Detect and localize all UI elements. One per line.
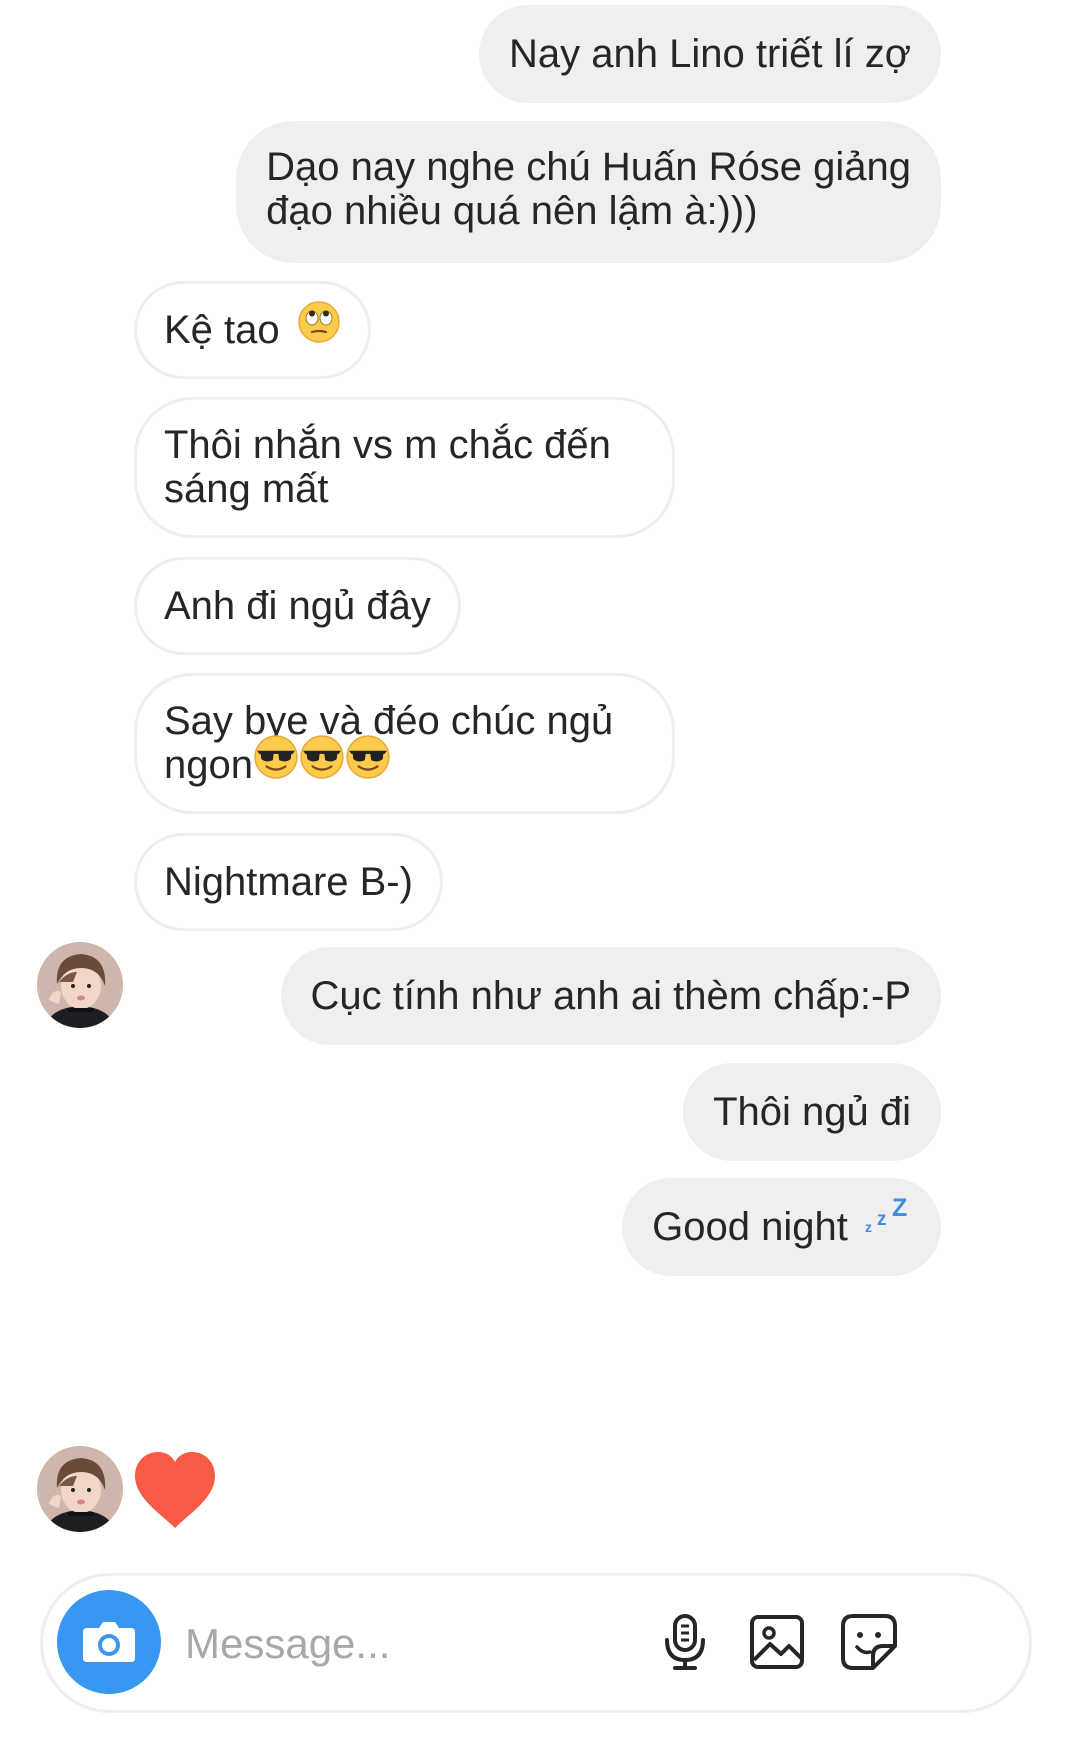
- message-text-line: ngon: [164, 743, 253, 787]
- svg-text:Z: Z: [892, 1194, 907, 1222]
- face-with-rolling-eyes-icon: [297, 300, 341, 356]
- incoming-message-bubble[interactable]: Anh đi ngủ đây: [134, 557, 461, 655]
- message-text: Good night: [652, 1205, 848, 1249]
- svg-text:z: z: [865, 1219, 872, 1235]
- message-text-line: Thôi nhắn vs m chắc đến: [164, 423, 611, 467]
- incoming-message-bubble[interactable]: Thôi nhắn vs m chắc đến sáng mất: [134, 397, 675, 538]
- message-text: Nay anh Lino triết lí zợ: [509, 32, 911, 76]
- svg-text:z: z: [877, 1209, 887, 1230]
- message-composer: [40, 1573, 1032, 1713]
- smiling-face-with-sunglasses-icon: [253, 734, 299, 792]
- camera-button[interactable]: [57, 1590, 161, 1694]
- message-text-line: đạo nhiều quá nên lậm à:))): [266, 189, 758, 233]
- message-text-line: sáng mất: [164, 467, 329, 511]
- message-text: Kệ tao: [164, 308, 280, 352]
- incoming-message-bubble[interactable]: Say bye và đéo chúc ngủ ngon: [134, 673, 675, 814]
- microphone-icon[interactable]: [653, 1610, 717, 1674]
- message-text: Cục tính như anh ai thèm chấp:-P: [310, 974, 911, 1018]
- message-text-line-with-emoji: ngon: [164, 735, 645, 792]
- outgoing-message-bubble[interactable]: Thôi ngủ đi: [683, 1063, 941, 1161]
- incoming-message-bubble[interactable]: Nightmare B-): [134, 833, 443, 931]
- message-text-line: Dạo nay nghe chú Huấn Róse giảng: [266, 145, 911, 189]
- message-thread: Nay anh Lino triết lí zợ Dạo nay nghe ch…: [0, 0, 1069, 1560]
- gallery-icon[interactable]: [745, 1610, 809, 1674]
- message-input[interactable]: [185, 1616, 705, 1672]
- message-text: Nightmare B-): [164, 860, 413, 904]
- incoming-message-bubble[interactable]: Kệ tao: [134, 281, 371, 379]
- outgoing-message-bubble[interactable]: Cục tính như anh ai thèm chấp:-P: [280, 947, 941, 1045]
- outgoing-message-bubble[interactable]: Dạo nay nghe chú Huấn Róse giảng đạo nhi…: [236, 121, 941, 263]
- sleeping-zzz-icon: z z Z: [863, 1192, 911, 1248]
- camera-icon: [83, 1622, 135, 1662]
- message-text: Anh đi ngủ đây: [164, 584, 431, 628]
- message-text-line: Say bye và đéo chúc ngủ: [164, 699, 614, 743]
- smiling-face-with-sunglasses-icon: [299, 734, 345, 792]
- message-text: Thôi ngủ đi: [713, 1090, 911, 1134]
- sender-avatar[interactable]: [37, 942, 123, 1028]
- outgoing-message-bubble[interactable]: Good night z z Z: [622, 1178, 941, 1276]
- sender-avatar[interactable]: [37, 1446, 123, 1532]
- outgoing-message-bubble[interactable]: Nay anh Lino triết lí zợ: [479, 5, 941, 103]
- heart-reaction-icon[interactable]: [131, 1450, 219, 1535]
- sticker-icon[interactable]: [837, 1610, 901, 1674]
- smiling-face-with-sunglasses-icon: [345, 734, 391, 792]
